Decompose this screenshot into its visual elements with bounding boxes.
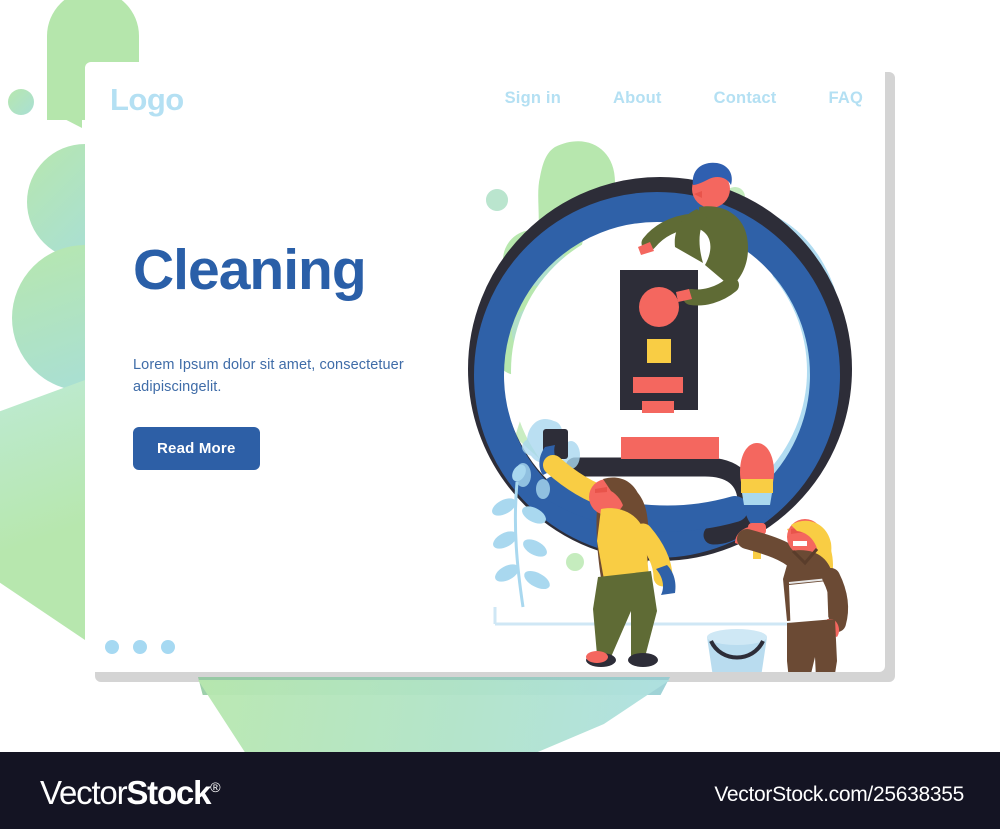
vectorstock-logo: VectorStock®: [40, 774, 221, 812]
carousel-dot-2[interactable]: [133, 640, 147, 654]
carousel-dots: [105, 640, 175, 654]
panel-bar-2: [642, 401, 674, 413]
nav-link-sign-in[interactable]: Sign in: [505, 89, 561, 108]
hero-subtext: Lorem Ipsum dolor sit amet, consectetuer…: [133, 357, 404, 395]
carousel-dot-1[interactable]: [105, 640, 119, 654]
nav-link-contact[interactable]: Contact: [714, 89, 777, 108]
vectorstock-logo-part1: Vector: [40, 774, 128, 811]
decor-bottom-blob: [198, 680, 670, 752]
panel-square: [647, 339, 671, 363]
browser-card: Logo Sign in About Contact FAQ Cleaning …: [85, 62, 885, 672]
bucket: [707, 629, 767, 672]
decor-green-bubble: [566, 553, 584, 571]
nav-link-faq[interactable]: FAQ: [828, 89, 863, 108]
decor-green-dot: [8, 89, 34, 115]
cleaning-illustration: [435, 137, 885, 672]
page-title: Cleaning: [133, 238, 367, 302]
vectorstock-logo-part2: Stock: [126, 774, 211, 811]
shoe-right: [628, 653, 658, 667]
registered-mark-icon: ®: [210, 779, 220, 795]
read-more-button[interactable]: Read More: [133, 427, 260, 470]
artboard: Logo Sign in About Contact FAQ Cleaning …: [0, 0, 1000, 752]
site-header: Logo Sign in About Contact FAQ: [85, 62, 885, 147]
watermark-footer: VectorStock® VectorStock.com/25638355: [0, 752, 1000, 829]
decor-green-wedge: [0, 380, 85, 640]
decor-green-half-circle-mid: [12, 245, 85, 391]
hero-section: Cleaning Lorem Ipsum dolor sit amet, con…: [133, 238, 463, 470]
logo[interactable]: Logo: [110, 82, 184, 118]
panel-circle: [639, 287, 679, 327]
decor-green-half-circle-top: [27, 144, 85, 260]
carousel-dot-3[interactable]: [161, 640, 175, 654]
nav-link-about[interactable]: About: [613, 89, 662, 108]
main-nav: Sign in About Contact FAQ: [505, 89, 863, 108]
panel-bar-wide: [621, 437, 719, 459]
vectorstock-url: VectorStock.com/25638355: [714, 783, 964, 806]
panel-bar-1: [633, 377, 683, 393]
